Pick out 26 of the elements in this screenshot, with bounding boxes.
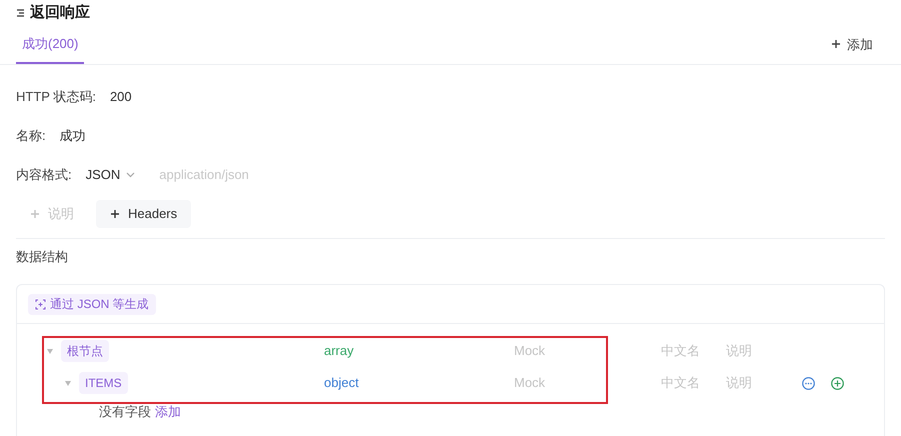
tab[interactable]: 成功(200)	[16, 26, 84, 64]
field-value: 200	[110, 88, 132, 106]
field-value: 成功	[60, 126, 86, 145]
format-select[interactable]: JSON	[86, 164, 136, 184]
field-name[interactable]: ITEMS	[79, 372, 128, 394]
empty-hint: 没有字段	[99, 403, 151, 422]
plus-icon	[831, 39, 841, 50]
plus-icon	[110, 208, 120, 218]
generate-button[interactable]: 通过 JSON 等生成	[28, 294, 156, 314]
field-label: 内容格式:	[16, 166, 72, 184]
scan-icon	[35, 298, 46, 310]
list-icon	[16, 8, 25, 18]
field-label: 名称:	[16, 126, 46, 145]
add-headers-button[interactable]: Headers	[96, 200, 192, 228]
plus-icon	[30, 208, 40, 218]
more-icon[interactable]	[802, 376, 815, 390]
field-type[interactable]: object	[324, 373, 514, 393]
field-label: HTTP 状态码:	[16, 88, 96, 106]
section-heading: 数据结构	[16, 248, 69, 266]
add-field-link[interactable]: 添加	[155, 402, 181, 422]
chevron-down-icon[interactable]	[126, 172, 136, 178]
field-name[interactable]: 根节点	[61, 340, 109, 362]
add-button[interactable]: 添加	[831, 34, 885, 64]
field-type[interactable]: array	[324, 341, 514, 361]
section-title: 返回响应	[30, 2, 90, 23]
add-icon[interactable]	[831, 376, 844, 390]
